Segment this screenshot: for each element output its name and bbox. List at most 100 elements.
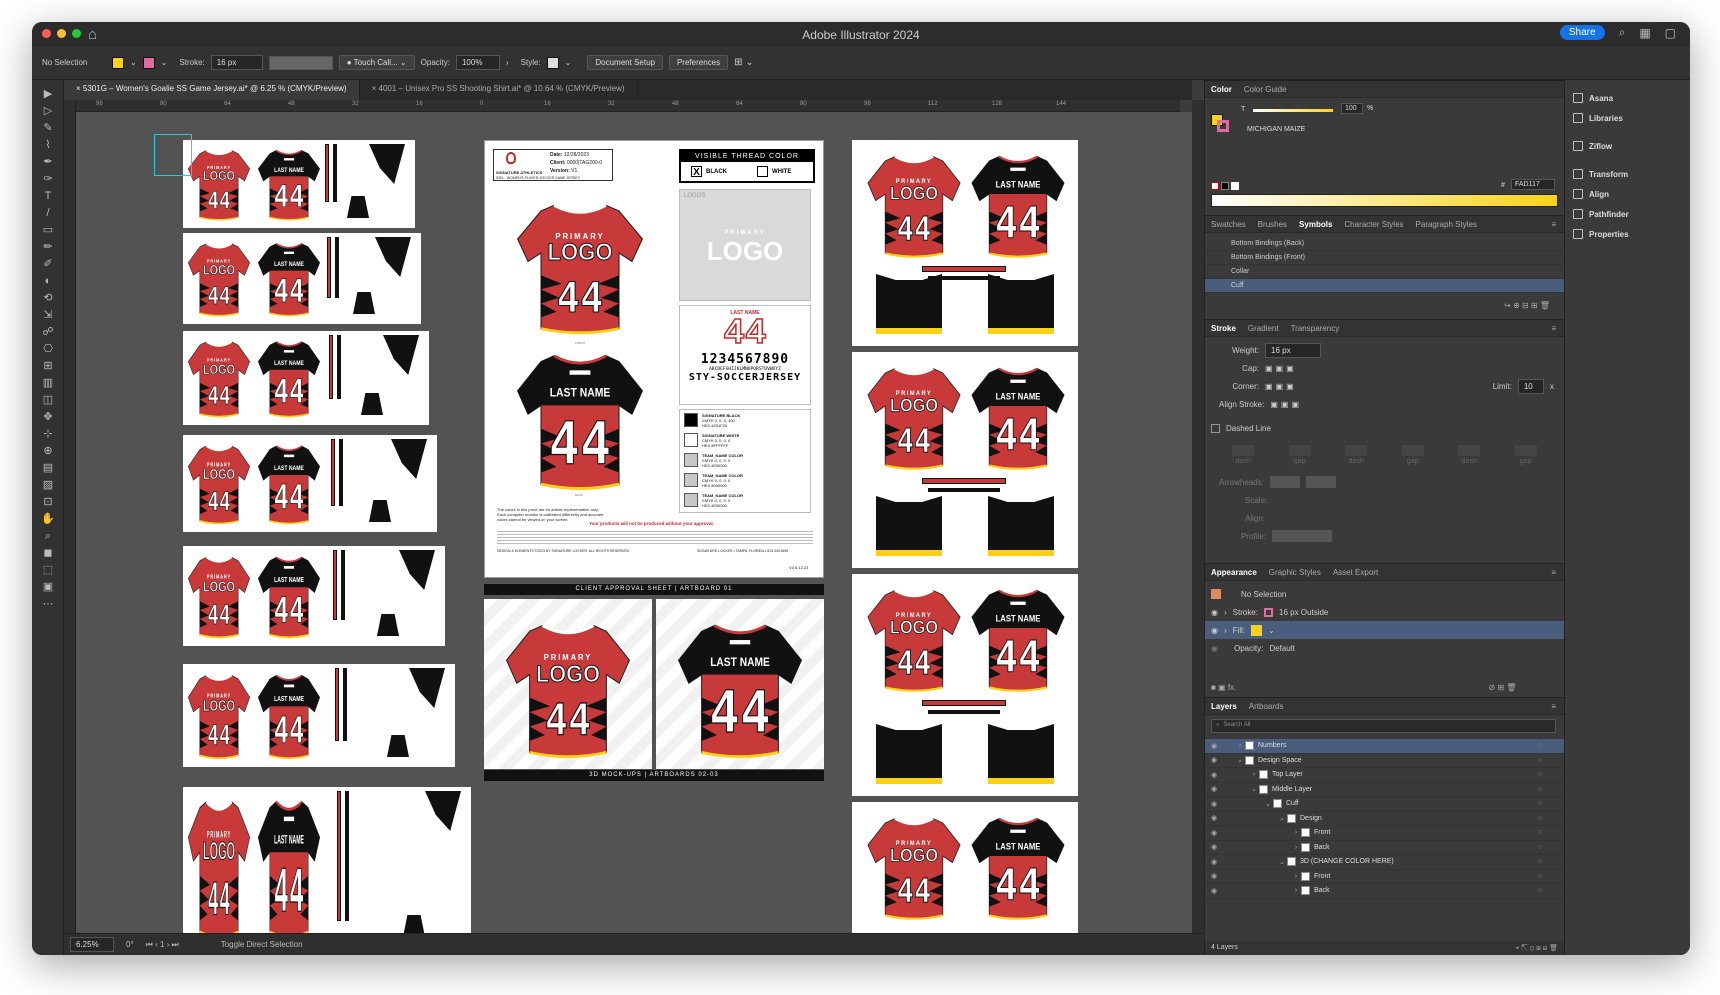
jersey-front-pattern[interactable]: PRIMARY LOGO 44 — [187, 239, 251, 318]
expand-arrow-icon[interactable]: › — [1291, 829, 1301, 836]
pattern-artboard[interactable]: PRIMARY LOGO 44 LAST NAME 44 — [183, 787, 471, 933]
target-circle-icon[interactable]: ○ — [1538, 829, 1542, 836]
rotation-field[interactable]: 0° — [126, 940, 134, 949]
arrange-icon[interactable]: ⊞ ⌄ — [734, 57, 754, 68]
target-circle-icon[interactable]: ○ — [1538, 815, 1542, 822]
tab-goalie-jersey[interactable]: × 5301G – Women's Goalie SS Game Jersey.… — [64, 80, 360, 100]
rectangle-tool-icon[interactable]: ▭ — [32, 222, 64, 239]
chevron-down-icon[interactable]: ⌄ — [130, 58, 137, 67]
layer-row[interactable]: ◉ ⌄ Cuff ○ — [1205, 797, 1564, 812]
expand-arrow-icon[interactable]: › — [1291, 887, 1301, 894]
rotate-tool-icon[interactable]: ⟲ — [32, 290, 64, 307]
eye-icon[interactable]: ◉ — [1205, 814, 1223, 822]
dash-field[interactable]: gap — [1514, 445, 1537, 465]
fill-swatch[interactable] — [1251, 624, 1263, 636]
chevron-right-icon[interactable]: › — [1224, 626, 1227, 635]
eye-icon[interactable]: ◉ — [1205, 829, 1223, 837]
white-swatch[interactable] — [1231, 182, 1239, 190]
stroke-weight-field[interactable]: 16 px — [210, 55, 263, 70]
stroke-swatch[interactable] — [1264, 607, 1273, 617]
layer-row[interactable]: ◉ › Numbers ○ — [1205, 739, 1564, 754]
checkbox-checked[interactable]: X — [691, 166, 702, 178]
proof-jersey-front[interactable]: PRIMARY LOGO 44 — [515, 197, 645, 337]
arrowhead-end[interactable] — [1305, 476, 1336, 488]
eye-icon[interactable]: ◉ — [1205, 872, 1223, 880]
dashed-line-checkbox[interactable] — [1211, 423, 1220, 433]
fill-stroke-tool-icon[interactable]: ◼ — [32, 545, 64, 562]
chevron-down-icon[interactable]: ⌄ — [161, 58, 168, 67]
fill-stroke-indicator[interactable] — [1211, 114, 1229, 132]
screen-mode-tool-icon[interactable]: ▣ — [32, 579, 64, 596]
layer-row[interactable]: ◉ ⌄ 3D (CHANGE COLOR HERE) ○ — [1205, 855, 1564, 870]
pattern-artboard[interactable]: PRIMARY LOGO 44 LAST NAME 44 — [183, 233, 421, 324]
pencil-tool-icon[interactable]: ✐ — [32, 256, 64, 273]
panel-menu-icon[interactable]: ≡ — [1551, 324, 1556, 333]
jersey-front-pattern[interactable]: PRIMARY LOGO 44 — [187, 146, 251, 222]
fill-swatch[interactable] — [112, 56, 124, 69]
target-circle-icon[interactable]: ○ — [1538, 786, 1542, 793]
gradient-tool-icon[interactable]: ✥ — [32, 409, 64, 426]
sidebar-item-ziflow[interactable]: Ziflow — [1565, 136, 1690, 156]
expand-arrow-icon[interactable]: ⌄ — [1249, 785, 1259, 793]
dash-field[interactable]: gap — [1401, 445, 1424, 465]
document-setup-button[interactable]: Document Setup — [587, 55, 663, 70]
symbols-tab-3[interactable]: Character Styles — [1344, 220, 1403, 229]
eye-icon[interactable]: ◉ — [1211, 644, 1218, 653]
pattern-artboard[interactable]: PRIMARY LOGO 44 LAST NAME 44 — [183, 140, 415, 228]
proof-jersey-back[interactable]: LAST NAME 44 — [515, 347, 645, 493]
jersey-front-large[interactable]: PRIMARY LOGO 44 — [866, 150, 962, 260]
expand-arrow-icon[interactable]: › — [1235, 742, 1245, 749]
weight-field[interactable]: 16 px — [1265, 342, 1321, 358]
align-stroke-buttons[interactable]: ▣▣▣ — [1270, 400, 1302, 409]
jersey-front-pattern[interactable]: PRIMARY LOGO 44 — [187, 552, 251, 640]
magic-wand-tool-icon[interactable]: ✎ — [32, 120, 64, 137]
pattern-artboard[interactable]: PRIMARY LOGO 44 LAST NAME 44 — [183, 331, 429, 425]
layer-row[interactable]: ◉ › Back ○ — [1205, 884, 1564, 899]
layer-row[interactable]: ◉ ⌄ Design ○ — [1205, 812, 1564, 826]
jersey-front-pattern[interactable]: PRIMARY LOGO 44 — [187, 793, 251, 933]
layer-row[interactable]: ◉ › Top Layer ○ — [1205, 768, 1564, 783]
expand-arrow-icon[interactable]: ⌄ — [1263, 800, 1273, 808]
symbols-tab-4[interactable]: Paragraph Styles — [1416, 220, 1477, 229]
appearance-tab-0[interactable]: Appearance — [1211, 568, 1257, 577]
dash-field[interactable]: dash — [1345, 445, 1368, 465]
thread-black-option[interactable]: X BLACK — [691, 166, 727, 178]
dash-field[interactable]: dash — [1458, 445, 1481, 465]
symbol-item[interactable]: Cuff — [1205, 279, 1564, 293]
tab-shooting-shirt[interactable]: × 4001 – Unisex Pro SS Shooting Shirt.ai… — [360, 80, 638, 100]
chevron-down-icon[interactable]: ⌄ — [1268, 626, 1275, 635]
jersey-front-large[interactable]: PRIMARY LOGO 44 — [866, 812, 962, 922]
pattern-artboard[interactable]: PRIMARY LOGO 44 LAST NAME 44 — [183, 435, 437, 532]
shape-builder-tool-icon[interactable]: ⊞ — [32, 358, 64, 375]
sidebar-item-properties[interactable]: Properties — [1565, 224, 1690, 244]
jersey-back-large[interactable]: LAST NAME 44 — [970, 812, 1066, 922]
target-circle-icon[interactable]: ○ — [1538, 873, 1542, 880]
eye-icon[interactable]: ◉ — [1205, 742, 1223, 750]
eye-icon[interactable]: ◉ — [1205, 800, 1223, 808]
jersey-back-pattern[interactable]: LAST NAME 44 — [257, 337, 321, 419]
lasso-tool-icon[interactable]: ⌇ — [32, 137, 64, 154]
layer-row[interactable]: ◉ › Front ○ — [1205, 870, 1564, 884]
dash-field[interactable]: gap — [1288, 445, 1311, 465]
layers-tab-1[interactable]: Artboards — [1249, 702, 1284, 711]
expand-arrow-icon[interactable]: › — [1291, 873, 1301, 880]
black-swatch[interactable] — [1221, 182, 1229, 190]
sidebar-item-align[interactable]: Align — [1565, 184, 1690, 204]
jersey-front-pattern[interactable]: PRIMARY LOGO 44 — [187, 670, 251, 761]
eye-icon[interactable]: ◉ — [1205, 785, 1223, 793]
opacity-field[interactable]: 100% — [455, 55, 500, 70]
layer-row[interactable]: ◉ › Back ○ — [1205, 841, 1564, 855]
limit-field[interactable]: 10 — [1517, 378, 1544, 394]
eye-icon[interactable]: ◉ — [1205, 887, 1223, 895]
line-tool-icon[interactable]: / — [32, 205, 64, 222]
chevron-right-icon[interactable]: › — [506, 58, 509, 67]
sidebar-item-transform[interactable]: Transform — [1565, 164, 1690, 184]
layer-row[interactable]: ◉ › Front ○ — [1205, 826, 1564, 841]
free-transform-tool-icon[interactable]: ⎔ — [32, 341, 64, 358]
jersey-back-pattern[interactable]: LAST NAME 44 — [257, 552, 321, 640]
sidebar-item-libraries[interactable]: Libraries — [1565, 108, 1690, 128]
tab-color-guide[interactable]: Color Guide — [1244, 85, 1287, 94]
jersey-back-pattern[interactable]: LAST NAME 44 — [257, 793, 321, 933]
expand-arrow-icon[interactable]: ⌄ — [1277, 858, 1287, 866]
layers-tab-0[interactable]: Layers — [1211, 702, 1237, 711]
